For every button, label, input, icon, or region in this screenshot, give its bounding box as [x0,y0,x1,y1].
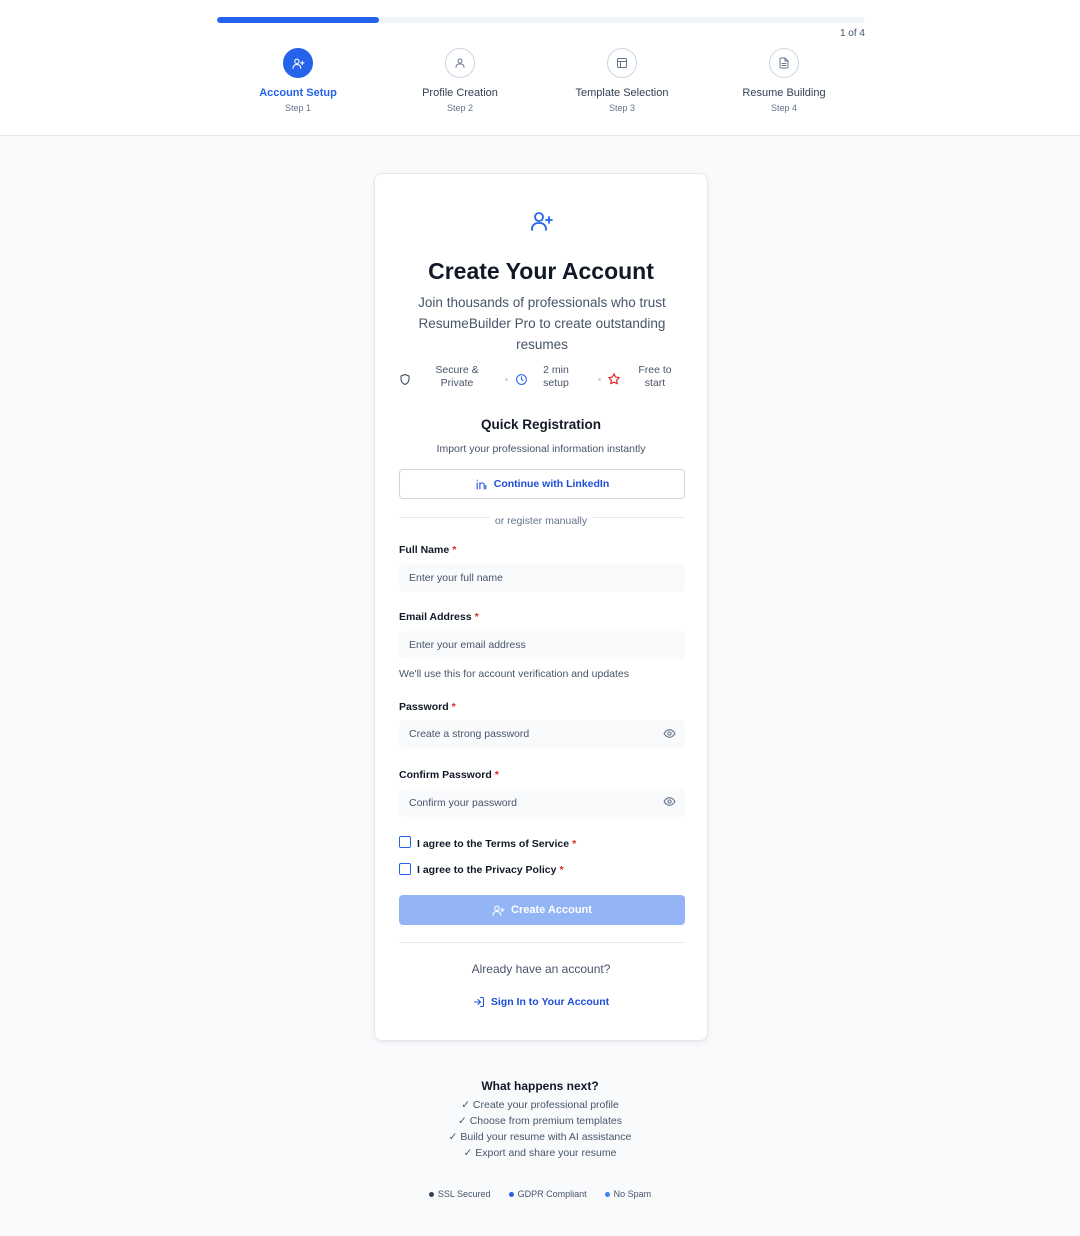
terms-label[interactable]: I agree to the Terms of Service * [417,838,576,850]
step-profile-creation[interactable]: Profile Creation Step 2 [379,48,541,113]
email-label: Email Address * [399,611,479,623]
step-number: Step 1 [284,103,312,113]
progress-header: 1 of 4 Account Setup Step 1 Profile Crea… [0,0,1080,136]
separator-dot [598,378,601,381]
sign-in-label: Sign In to Your Account [490,996,610,1008]
feature-free: Free to start [638,364,672,389]
terms-checkbox[interactable] [399,836,411,848]
linkedin-icon [475,478,488,491]
trust-badges: SSL Secured GDPR Compliant No Spam [0,1189,1080,1199]
log-in-icon [473,996,485,1008]
full-name-input[interactable] [399,564,685,592]
badge-ssl: SSL Secured [428,1189,491,1199]
step-label: Template Selection [575,87,669,99]
progress-bar [217,17,865,23]
progress-bar-fill [217,17,379,23]
progress-text: 1 of 4 [839,28,865,39]
user-plus-icon [283,48,313,78]
have-account-text: Already have an account? [471,962,611,976]
star-icon [607,372,621,391]
clock-icon [515,373,528,391]
user-plus-icon [530,209,554,238]
divider [399,942,685,943]
registration-card: Create Your Account Join thousands of pr… [374,173,708,1041]
step-number: Step 4 [770,103,798,113]
page-subtitle: Join thousands of professionals who trus… [418,295,666,352]
page-title: Create Your Account [428,258,654,284]
linkedin-button-label: Continue with LinkedIn [493,478,610,490]
email-input[interactable] [399,631,685,659]
step-label: Resume Building [742,87,826,99]
next-step-item: ✓ Create your professional profile [461,1099,619,1111]
next-step-item: ✓ Choose from premium templates [457,1115,623,1127]
eye-icon[interactable] [663,795,676,813]
quick-registration-subtitle: Import your professional information ins… [436,443,646,455]
separator-dot [505,378,508,381]
file-text-icon [769,48,799,78]
badge-no-spam: No Spam [604,1189,651,1199]
step-number: Step 3 [608,103,636,113]
feature-list: Secure & Private 2 min setup Free to sta… [399,364,685,396]
email-help-text: We'll use this for account verification … [399,668,630,680]
shield-icon [399,373,411,391]
password-label: Password * [399,701,456,713]
status-dot [428,1191,434,1197]
user-icon [445,48,475,78]
eye-icon[interactable] [663,727,676,745]
confirm-password-label: Confirm Password * [399,769,499,781]
divider-text: or register manually [375,511,707,529]
step-account-setup[interactable]: Account Setup Step 1 [217,48,379,113]
next-step-item: ✓ Export and share your resume [463,1147,617,1159]
status-dot [604,1191,610,1197]
layout-icon [607,48,637,78]
privacy-checkbox[interactable] [399,863,411,875]
step-number: Step 2 [446,103,474,113]
linkedin-button[interactable]: Continue with LinkedIn [399,469,685,499]
full-name-label: Full Name * [399,544,457,556]
feature-setup-time: 2 min setup [543,364,569,389]
confirm-password-input[interactable] [399,789,685,817]
password-input[interactable] [399,720,685,748]
badge-gdpr: GDPR Compliant [508,1189,587,1199]
step-resume-building[interactable]: Resume Building Step 4 [703,48,865,113]
sign-in-link[interactable]: Sign In to Your Account [375,996,707,1008]
next-steps-title: What happens next? [481,1079,599,1093]
create-account-button[interactable]: Create Account [399,895,685,925]
step-label: Account Setup [259,87,337,99]
status-dot [508,1191,514,1197]
stepper: Account Setup Step 1 Profile Creation St… [217,48,865,128]
privacy-label[interactable]: I agree to the Privacy Policy * [417,864,564,876]
feature-secure: Secure & Private [435,364,479,389]
user-plus-icon [492,904,505,917]
next-step-item: ✓ Build your resume with AI assistance [448,1131,632,1143]
quick-registration-title: Quick Registration [480,417,602,432]
step-template-selection[interactable]: Template Selection Step 3 [541,48,703,113]
step-label: Profile Creation [422,87,498,99]
create-account-label: Create Account [511,904,592,916]
